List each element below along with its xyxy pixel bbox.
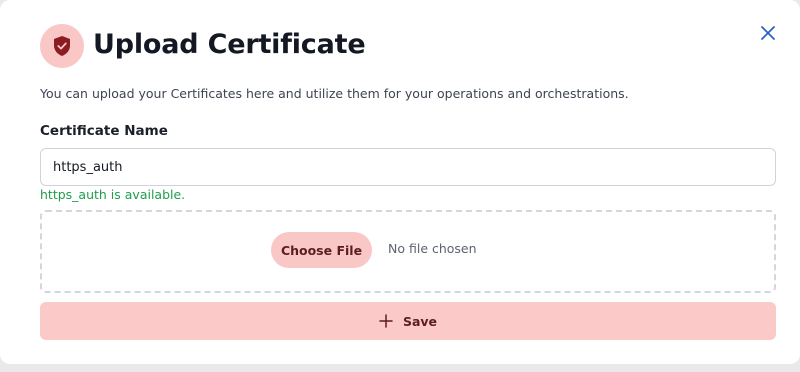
availability-message: https_auth is available. xyxy=(40,187,186,202)
close-button[interactable] xyxy=(756,21,780,45)
dialog-title: Upload Certificate xyxy=(93,29,366,60)
save-label: Save xyxy=(402,313,438,329)
shield-check-icon xyxy=(54,36,70,56)
upload-certificate-dialog: Upload Certificate You can upload your C… xyxy=(0,0,800,364)
choose-file-button[interactable]: Choose File xyxy=(271,232,372,268)
close-icon[interactable] xyxy=(760,25,776,41)
file-status: No file chosen xyxy=(388,241,477,256)
certificate-name-input[interactable] xyxy=(40,148,776,186)
save-button[interactable]: Save xyxy=(40,302,776,340)
certificate-name-label: Certificate Name xyxy=(40,123,168,139)
plus-icon xyxy=(379,314,393,328)
certificate-badge xyxy=(40,24,84,68)
dialog-description: You can upload your Certificates here an… xyxy=(40,86,629,101)
